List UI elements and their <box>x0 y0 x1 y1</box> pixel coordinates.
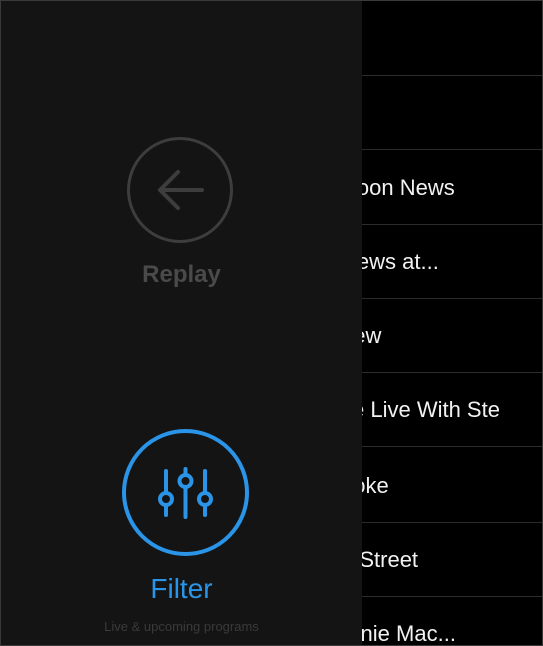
filter-subtitle: Live & upcoming programs <box>104 619 259 634</box>
filter-circle <box>122 429 249 556</box>
filter-button[interactable]: Filter Live & upcoming programs <box>1 411 362 645</box>
program-title: ife Live With Ste <box>341 397 500 422</box>
arrow-left-icon <box>158 170 204 210</box>
app-screen: w Noon News News at... new ife Live With… <box>0 0 543 646</box>
side-panel: Replay Filter Live & upcoming programs <box>1 1 362 645</box>
replay-label: Replay <box>142 261 221 288</box>
filter-label: Filter <box>150 573 213 604</box>
sliders-icon <box>158 467 213 519</box>
replay-circle <box>127 137 233 243</box>
replay-button[interactable]: Replay <box>1 1 362 321</box>
